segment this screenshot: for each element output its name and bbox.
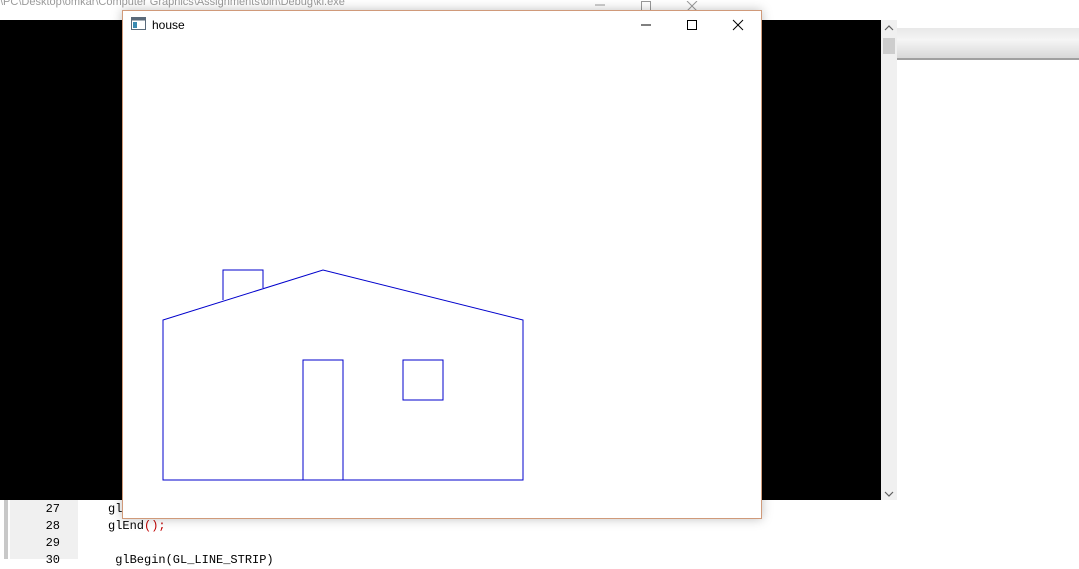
console-title: \PC\Desktop\omkar\Computer Graphics\Assi… <box>0 0 349 8</box>
close-button[interactable] <box>715 11 761 39</box>
code-punctuation: (); <box>144 519 166 533</box>
opengl-window-titlebar[interactable]: house <box>123 11 761 41</box>
scroll-thumb[interactable] <box>883 38 895 54</box>
line-number: 29 <box>45 536 60 550</box>
minimize-icon <box>641 24 651 26</box>
close-icon <box>732 19 744 31</box>
ide-right-panel <box>897 0 1079 559</box>
code-text: glBegin(GL_LINE_STRIP) <box>108 553 274 567</box>
ide-toolbar <box>897 28 1079 60</box>
opengl-window-controls <box>623 11 761 39</box>
opengl-window[interactable]: house <box>122 10 762 519</box>
maximize-icon <box>687 20 697 30</box>
opengl-canvas[interactable] <box>123 41 761 518</box>
house-door <box>302 359 344 481</box>
house-drawing <box>162 269 524 481</box>
code-line[interactable]: 28 glEnd(); <box>0 518 897 535</box>
code-text: glEnd(); <box>108 518 166 535</box>
house-window <box>402 359 444 401</box>
code-token: glEnd <box>108 519 145 533</box>
minimize-button[interactable] <box>623 11 669 39</box>
code-line[interactable]: 30 glBegin(GL_LINE_STRIP) <box>0 552 897 569</box>
scroll-down-arrow-icon[interactable] <box>884 490 894 498</box>
line-number: 30 <box>45 553 60 567</box>
line-number: 28 <box>45 519 60 533</box>
opengl-window-icon <box>131 17 146 30</box>
opengl-window-title: house <box>152 18 185 32</box>
console-scrollbar[interactable] <box>881 20 897 500</box>
line-number: 27 <box>45 502 60 516</box>
scroll-up-arrow-icon[interactable] <box>884 24 894 32</box>
maximize-button[interactable] <box>669 11 715 39</box>
code-line[interactable]: 29 <box>0 535 897 552</box>
code-text: gl <box>108 502 123 516</box>
